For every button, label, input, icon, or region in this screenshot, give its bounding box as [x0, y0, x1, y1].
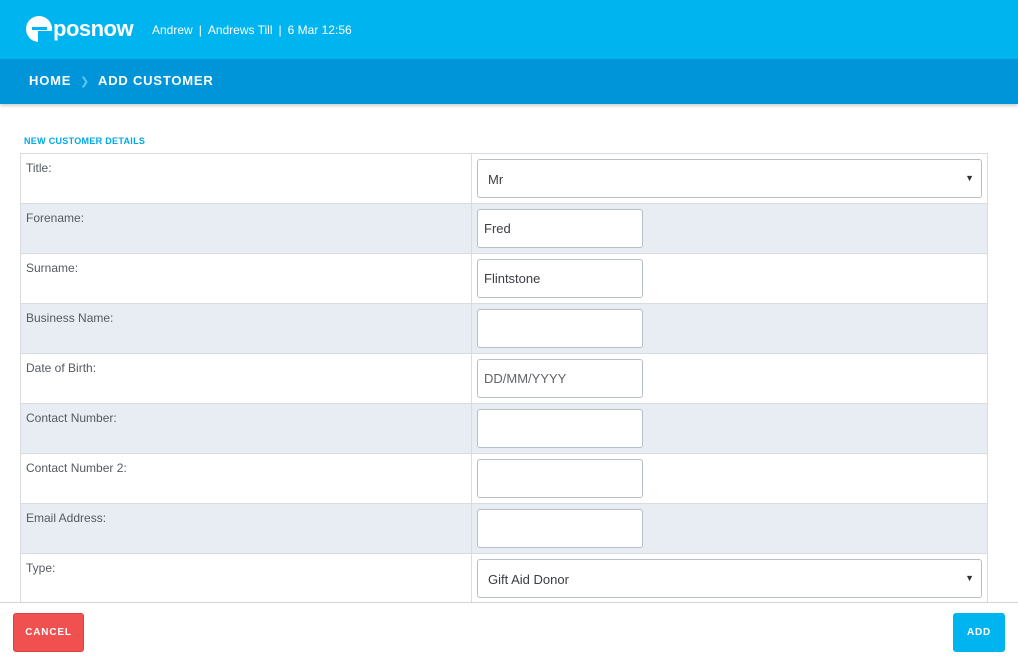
- form-row-contact-number: Contact Number:: [20, 404, 988, 454]
- surname-label: Surname:: [21, 254, 472, 303]
- section-title: NEW CUSTOMER DETAILS: [24, 136, 146, 146]
- separator: |: [198, 23, 202, 37]
- form-row-dob: Date of Birth:: [20, 354, 988, 404]
- form-row-contact-number-2: Contact Number 2:: [20, 454, 988, 504]
- dob-input[interactable]: [477, 359, 643, 398]
- contact-number-2-input[interactable]: [477, 459, 643, 498]
- till-name: Andrews Till: [207, 23, 273, 37]
- title-label: Title:: [21, 154, 472, 203]
- chevron-right-icon: ❯: [80, 76, 90, 88]
- eposnow-logo[interactable]: posnow: [26, 15, 134, 43]
- business-name-field-cell: [472, 304, 987, 353]
- dob-label: Date of Birth:: [21, 354, 472, 403]
- breadcrumb: HOME ❯ ADD CUSTOMER: [0, 59, 1018, 104]
- type-select-value: Gift Aid Donor: [488, 572, 569, 587]
- contact-number-2-label: Contact Number 2:: [21, 454, 472, 503]
- dob-field-cell: [472, 354, 987, 403]
- form-row-title: Title: Mr ▼: [20, 154, 988, 204]
- forename-field-cell: [472, 204, 987, 253]
- separator: |: [278, 23, 282, 37]
- cancel-button[interactable]: CANCEL: [13, 613, 84, 652]
- logo-e-icon: [26, 16, 52, 42]
- title-select[interactable]: Mr ▼: [477, 159, 982, 198]
- footer-bar: CANCEL ADD: [0, 602, 1018, 660]
- caret-down-icon: ▼: [965, 173, 974, 183]
- top-header: posnow Andrew | Andrews Till | 6 Mar 12:56: [0, 0, 1018, 59]
- form-row-surname: Surname:: [20, 254, 988, 304]
- business-name-label: Business Name:: [21, 304, 472, 353]
- title-select-value: Mr: [488, 172, 504, 187]
- surname-field-cell: [472, 254, 987, 303]
- title-field-cell: Mr ▼: [472, 154, 987, 203]
- form-row-type: Type: Gift Aid Donor ▼: [20, 554, 988, 604]
- business-name-input[interactable]: [477, 309, 643, 348]
- session-info: Andrew | Andrews Till | 6 Mar 12:56: [152, 22, 352, 38]
- email-label: Email Address:: [21, 504, 472, 553]
- customer-form: Title: Mr ▼ Forename: Surname: Business …: [20, 153, 988, 604]
- session-datetime: 6 Mar 12:56: [287, 23, 352, 37]
- email-input[interactable]: [477, 509, 643, 548]
- contact-number-label: Contact Number:: [21, 404, 472, 453]
- breadcrumb-home-link[interactable]: HOME: [29, 73, 71, 89]
- form-row-email: Email Address:: [20, 504, 988, 554]
- forename-label: Forename:: [21, 204, 472, 253]
- user-name: Andrew: [152, 23, 193, 37]
- contact-number-2-field-cell: [472, 454, 987, 503]
- caret-down-icon: ▼: [965, 573, 974, 583]
- add-button[interactable]: ADD: [953, 613, 1005, 652]
- logo-text: posnow: [53, 16, 134, 41]
- type-select[interactable]: Gift Aid Donor ▼: [477, 559, 982, 598]
- type-field-cell: Gift Aid Donor ▼: [472, 554, 987, 603]
- form-row-forename: Forename:: [20, 204, 988, 254]
- breadcrumb-current: ADD CUSTOMER: [98, 73, 214, 88]
- form-row-business-name: Business Name:: [20, 304, 988, 354]
- surname-input[interactable]: [477, 259, 643, 298]
- type-label: Type:: [21, 554, 472, 603]
- forename-input[interactable]: [477, 209, 643, 248]
- contact-number-field-cell: [472, 404, 987, 453]
- email-field-cell: [472, 504, 987, 553]
- contact-number-input[interactable]: [477, 409, 643, 448]
